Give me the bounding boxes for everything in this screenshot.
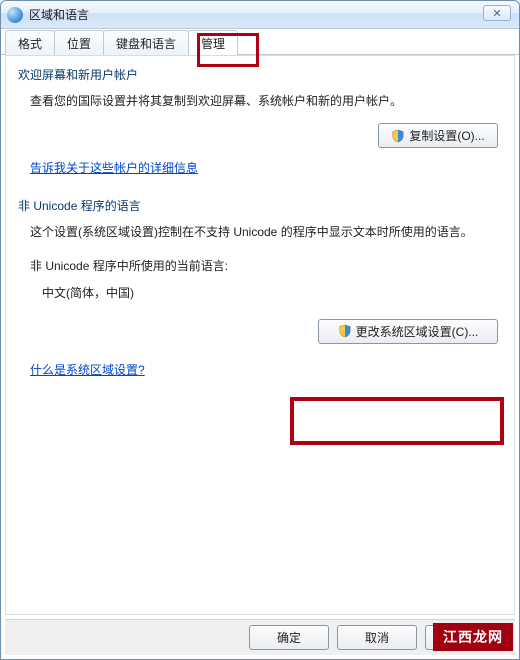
close-icon: ✕ xyxy=(492,7,501,20)
copy-settings-button[interactable]: 复制设置(O)... xyxy=(378,123,498,148)
shield-icon xyxy=(338,324,352,338)
group-nonunicode-title: 非 Unicode 程序的语言 xyxy=(18,197,502,214)
tab-keyboards[interactable]: 键盘和语言 xyxy=(103,30,189,55)
globe-icon xyxy=(7,7,23,23)
watermark: 江西龙网 xyxy=(433,623,513,651)
current-locale-label: 非 Unicode 程序中所使用的当前语言: xyxy=(30,256,502,276)
what-is-locale-link[interactable]: 什么是系统区域设置? xyxy=(30,363,145,377)
titlebar: 区域和语言 ✕ xyxy=(1,1,519,29)
dialog-window: 区域和语言 ✕ 格式 位置 键盘和语言 管理 欢迎屏幕和新用户帐户 查看您的国际… xyxy=(0,0,520,660)
group-welcome-desc: 查看您的国际设置并将其复制到欢迎屏幕、系统帐户和新的用户帐户。 xyxy=(30,91,502,111)
change-locale-label: 更改系统区域设置(C)... xyxy=(356,323,479,340)
copy-settings-label: 复制设置(O)... xyxy=(409,127,484,144)
window-title: 区域和语言 xyxy=(29,6,89,23)
group-welcome-title: 欢迎屏幕和新用户帐户 xyxy=(18,66,502,83)
group-nonunicode-desc: 这个设置(系统区域设置)控制在不支持 Unicode 的程序中显示文本时所使用的… xyxy=(30,222,502,242)
group-welcome: 欢迎屏幕和新用户帐户 查看您的国际设置并将其复制到欢迎屏幕、系统帐户和新的用户帐… xyxy=(18,66,502,179)
tab-strip: 格式 位置 键盘和语言 管理 xyxy=(1,29,519,55)
group-nonunicode: 非 Unicode 程序的语言 这个设置(系统区域设置)控制在不支持 Unico… xyxy=(18,197,502,381)
cancel-button[interactable]: 取消 xyxy=(337,625,417,650)
accounts-info-link[interactable]: 告诉我关于这些帐户的详细信息 xyxy=(30,161,198,175)
tab-location[interactable]: 位置 xyxy=(54,30,104,55)
tab-content: 欢迎屏幕和新用户帐户 查看您的国际设置并将其复制到欢迎屏幕、系统帐户和新的用户帐… xyxy=(5,55,515,615)
current-locale-value: 中文(简体，中国) xyxy=(30,283,502,303)
shield-icon xyxy=(391,129,405,143)
tab-administrative[interactable]: 管理 xyxy=(188,30,238,55)
ok-button[interactable]: 确定 xyxy=(249,625,329,650)
close-button[interactable]: ✕ xyxy=(483,5,511,21)
change-system-locale-button[interactable]: 更改系统区域设置(C)... xyxy=(318,319,498,344)
tab-formats[interactable]: 格式 xyxy=(5,30,55,55)
